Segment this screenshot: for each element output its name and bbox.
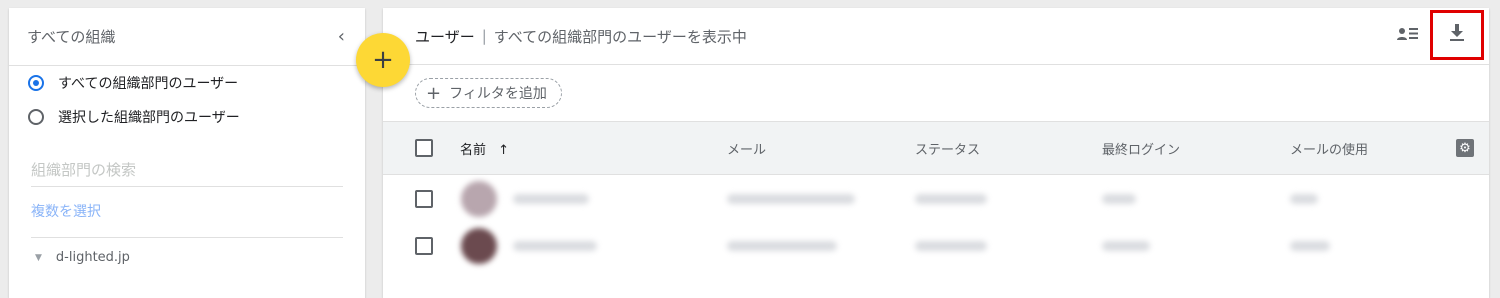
redacted-email xyxy=(727,193,855,204)
page-subtitle: すべての組織部門のユーザーを表示中 xyxy=(493,27,747,46)
multi-select-link[interactable]: 複数を選択 xyxy=(31,201,343,221)
select-all-checkbox[interactable] xyxy=(415,139,433,157)
table-header: 名前 ↑ メール ステータス 最終ログイン メールの使用 ⚙ xyxy=(383,122,1489,175)
row-checkbox[interactable] xyxy=(415,236,433,255)
org-sidebar: すべての組織 ‹ すべての組織部門のユーザー 選択した組織部門のユーザー 複数を… xyxy=(9,8,365,298)
users-panel: ユーザー | すべての組織部門のユーザーを表示中 + フィルタを追加 名前 ↑ … xyxy=(383,8,1489,298)
filter-bar: + フィルタを追加 xyxy=(383,65,1489,122)
sidebar-title: すべての組織 xyxy=(27,28,116,46)
radio-selected-org-users[interactable]: 選択した組織部門のユーザー xyxy=(9,100,365,134)
redacted-last-login xyxy=(1102,193,1136,204)
org-search-field xyxy=(31,160,343,187)
radio-button-checked[interactable] xyxy=(28,75,44,91)
caret-down-icon[interactable]: ▼ xyxy=(35,253,42,263)
column-header-status[interactable]: ステータス xyxy=(915,139,980,158)
add-fab-button[interactable]: + xyxy=(356,33,410,87)
divider xyxy=(31,237,343,238)
radio-all-org-users[interactable]: すべての組織部門のユーザー xyxy=(9,66,365,100)
redacted-email-usage xyxy=(1290,240,1330,251)
sort-ascending-icon[interactable]: ↑ xyxy=(498,143,509,158)
table-row[interactable] xyxy=(383,175,1489,222)
avatar xyxy=(461,180,497,217)
add-filter-label: フィルタを追加 xyxy=(449,86,547,102)
sidebar-header: すべての組織 ‹ xyxy=(9,8,365,66)
redacted-email xyxy=(727,240,837,251)
column-header-email-usage[interactable]: メールの使用 xyxy=(1290,139,1368,158)
page-title: ユーザー xyxy=(415,27,475,46)
download-highlight xyxy=(1430,10,1484,60)
redacted-email-usage xyxy=(1290,193,1318,204)
org-tree-label: d-lighted.jp xyxy=(55,250,130,265)
add-icon: + xyxy=(426,82,442,104)
column-header-name[interactable]: 名前 ↑ xyxy=(460,139,509,158)
avatar xyxy=(461,227,497,264)
radio-label: 選択した組織部門のユーザー xyxy=(58,110,240,126)
add-filter-button[interactable]: + フィルタを追加 xyxy=(415,78,562,108)
download-icon[interactable] xyxy=(1449,24,1465,46)
redacted-last-login xyxy=(1102,240,1150,251)
gear-icon[interactable]: ⚙ xyxy=(1456,139,1474,157)
org-tree-item[interactable]: ▼ d-lighted.jp xyxy=(35,250,365,265)
org-search-input[interactable] xyxy=(31,161,343,179)
redacted-name xyxy=(513,240,597,251)
row-checkbox[interactable] xyxy=(415,189,433,208)
column-label: 名前 xyxy=(460,142,487,158)
users-header: ユーザー | すべての組織部門のユーザーを表示中 xyxy=(383,8,1489,65)
table-row[interactable] xyxy=(383,222,1489,269)
collapse-icon[interactable]: ‹ xyxy=(338,27,345,46)
column-header-email[interactable]: メール xyxy=(727,139,766,158)
column-header-last-login[interactable]: 最終ログイン xyxy=(1102,139,1180,158)
redacted-name xyxy=(513,193,589,204)
redacted-status xyxy=(915,193,987,204)
redacted-status xyxy=(915,240,987,251)
title-separator: | xyxy=(481,27,487,45)
radio-label: すべての組織部門のユーザー xyxy=(58,76,239,92)
radio-button[interactable] xyxy=(28,109,44,125)
person-list-icon[interactable] xyxy=(1397,26,1419,47)
